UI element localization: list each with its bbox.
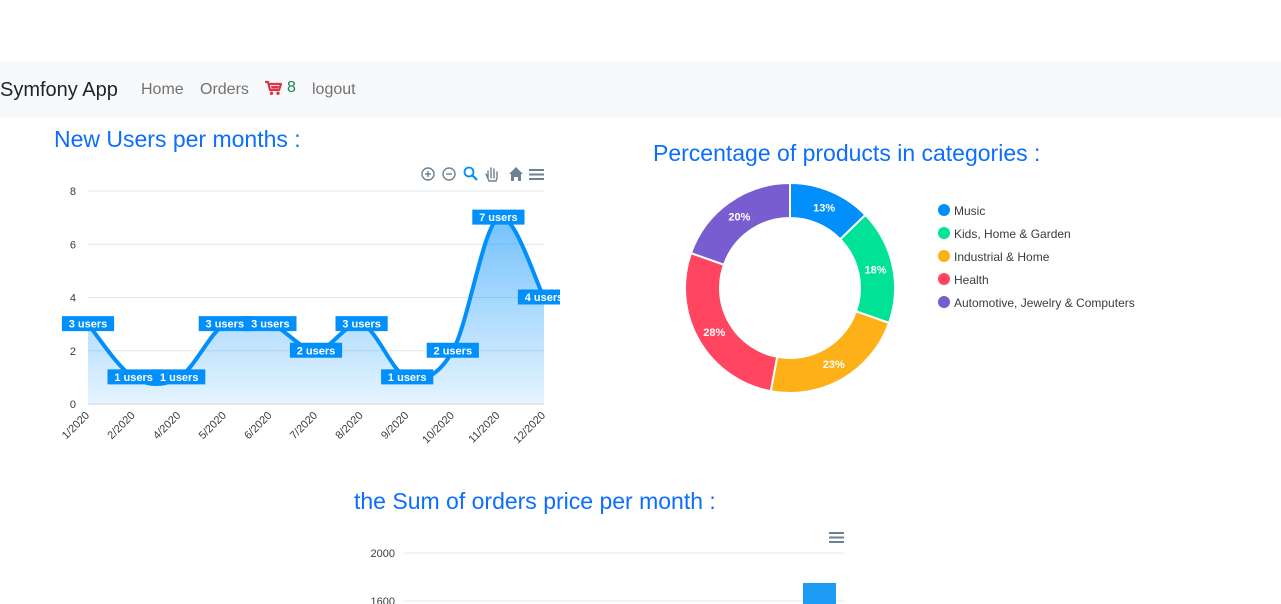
data-label: 3 users [244, 316, 297, 332]
data-label: 2 users [426, 342, 479, 358]
orders-chart: 2000 1600 [371, 532, 844, 604]
order-bar[interactable] [803, 583, 836, 604]
legend-item[interactable]: Industrial & Home [938, 250, 1050, 264]
y-tick-label: 0 [70, 399, 76, 411]
data-label-text: 3 users [206, 319, 245, 331]
hamburger-menu-icon[interactable] [829, 532, 844, 543]
data-label-text: 4 users [525, 292, 560, 304]
shopping-cart-icon [265, 80, 283, 95]
legend-label: Automotive, Jewelry & Computers [954, 296, 1135, 310]
y-tick-label: 8 [70, 186, 76, 198]
navbar: Symfony App Home Orders 8 logout [0, 62, 1281, 118]
y-tick-label: 6 [70, 239, 76, 251]
slice-value-label: 23% [823, 359, 845, 371]
y-tick-label: 2000 [371, 548, 395, 560]
data-label: 3 users [198, 316, 251, 332]
data-label-text: 7 users [479, 212, 518, 224]
slice-value-label: 13% [813, 202, 835, 214]
zoom-in-icon[interactable] [421, 167, 435, 181]
legend-label: Health [954, 273, 989, 287]
y-tick-label: 4 [70, 293, 76, 305]
zoom-out-icon[interactable] [442, 167, 456, 181]
data-label: 2 users [289, 342, 343, 358]
data-label: 4 users [517, 289, 560, 305]
nav-home-link[interactable]: Home [141, 81, 184, 99]
donut-slice[interactable] [769, 309, 891, 394]
legend-marker [938, 273, 950, 285]
data-label: 3 users [335, 316, 388, 332]
legend-label: Kids, Home & Garden [954, 227, 1071, 241]
data-label-text: 1 users [160, 372, 199, 384]
x-tick-label: 4/2020 [151, 410, 183, 442]
brand-link[interactable]: Symfony App [0, 79, 118, 102]
x-tick-label: 9/2020 [379, 410, 411, 442]
data-label-text: 1 users [388, 372, 427, 384]
reset-home-icon[interactable] [509, 167, 523, 181]
donut-slice[interactable] [689, 181, 791, 267]
slice-value-label: 20% [728, 212, 750, 224]
donut-slice[interactable] [684, 251, 779, 393]
data-label: 1 users [107, 369, 160, 385]
orders-chart-heading: the Sum of orders price per month : [354, 488, 716, 514]
nav-logout-link[interactable]: logout [312, 81, 356, 99]
page: Symfony App Home Orders 8 logout New Use… [0, 0, 1281, 604]
pan-hand-icon[interactable] [485, 167, 498, 182]
categories-donut-chart: 13% 18% 23% 28% 20% Music Kids, Home & Garden… [684, 181, 1135, 394]
data-label-text: 3 users [342, 319, 381, 331]
legend-label: Industrial & Home [954, 250, 1050, 264]
y-tick-label: 1600 [371, 596, 395, 604]
nav-orders-link[interactable]: Orders [200, 81, 249, 99]
legend-item[interactable]: Kids, Home & Garden [938, 227, 1071, 241]
x-tick-label: 1/2020 [60, 410, 92, 442]
legend-item[interactable]: Automotive, Jewelry & Computers [938, 296, 1135, 310]
zoom-selection-icon[interactable] [463, 166, 478, 181]
x-tick-label: 10/2020 [420, 410, 457, 447]
data-label-text: 3 users [69, 319, 108, 331]
cart-count: 8 [287, 79, 296, 96]
users-chart-heading: New Users per months : [54, 126, 301, 152]
data-label-text: 2 users [297, 345, 336, 357]
legend-item[interactable]: Music [938, 204, 985, 218]
users-chart: 0 2 4 6 8 1/2020 2/2020 4/2020 5/2020 6/2020 7/20… [60, 166, 560, 447]
categories-chart-heading: Percentage of products in categories : [653, 140, 1041, 166]
legend-marker [938, 227, 950, 239]
data-label-text: 1 users [114, 372, 153, 384]
hamburger-menu-icon[interactable] [529, 169, 544, 180]
legend-label: Music [954, 204, 985, 218]
slice-value-label: 18% [864, 264, 886, 276]
x-tick-label: 6/2020 [242, 410, 274, 442]
x-tick-label: 8/2020 [333, 410, 365, 442]
slice-value-label: 28% [703, 327, 725, 339]
x-tick-label: 11/2020 [466, 410, 502, 446]
data-label-text: 3 users [251, 319, 290, 331]
legend-item[interactable]: Health [938, 273, 989, 287]
x-tick-label: 5/2020 [197, 410, 229, 442]
x-tick-label: 7/2020 [288, 410, 320, 442]
data-label: 3 users [61, 316, 115, 332]
legend-marker [938, 296, 950, 308]
x-tick-label: 12/2020 [512, 410, 549, 447]
data-label: 1 users [381, 369, 434, 385]
cart-link[interactable]: 8 [264, 79, 296, 97]
chart-toolbar [421, 166, 544, 182]
data-label: 1 users [153, 369, 206, 385]
data-label-text: 2 users [434, 345, 473, 357]
x-tick-label: 2/2020 [105, 410, 137, 442]
data-label: 7 users [472, 209, 525, 225]
legend-marker [938, 250, 950, 262]
legend-marker [938, 204, 950, 216]
y-tick-label: 2 [70, 346, 76, 358]
